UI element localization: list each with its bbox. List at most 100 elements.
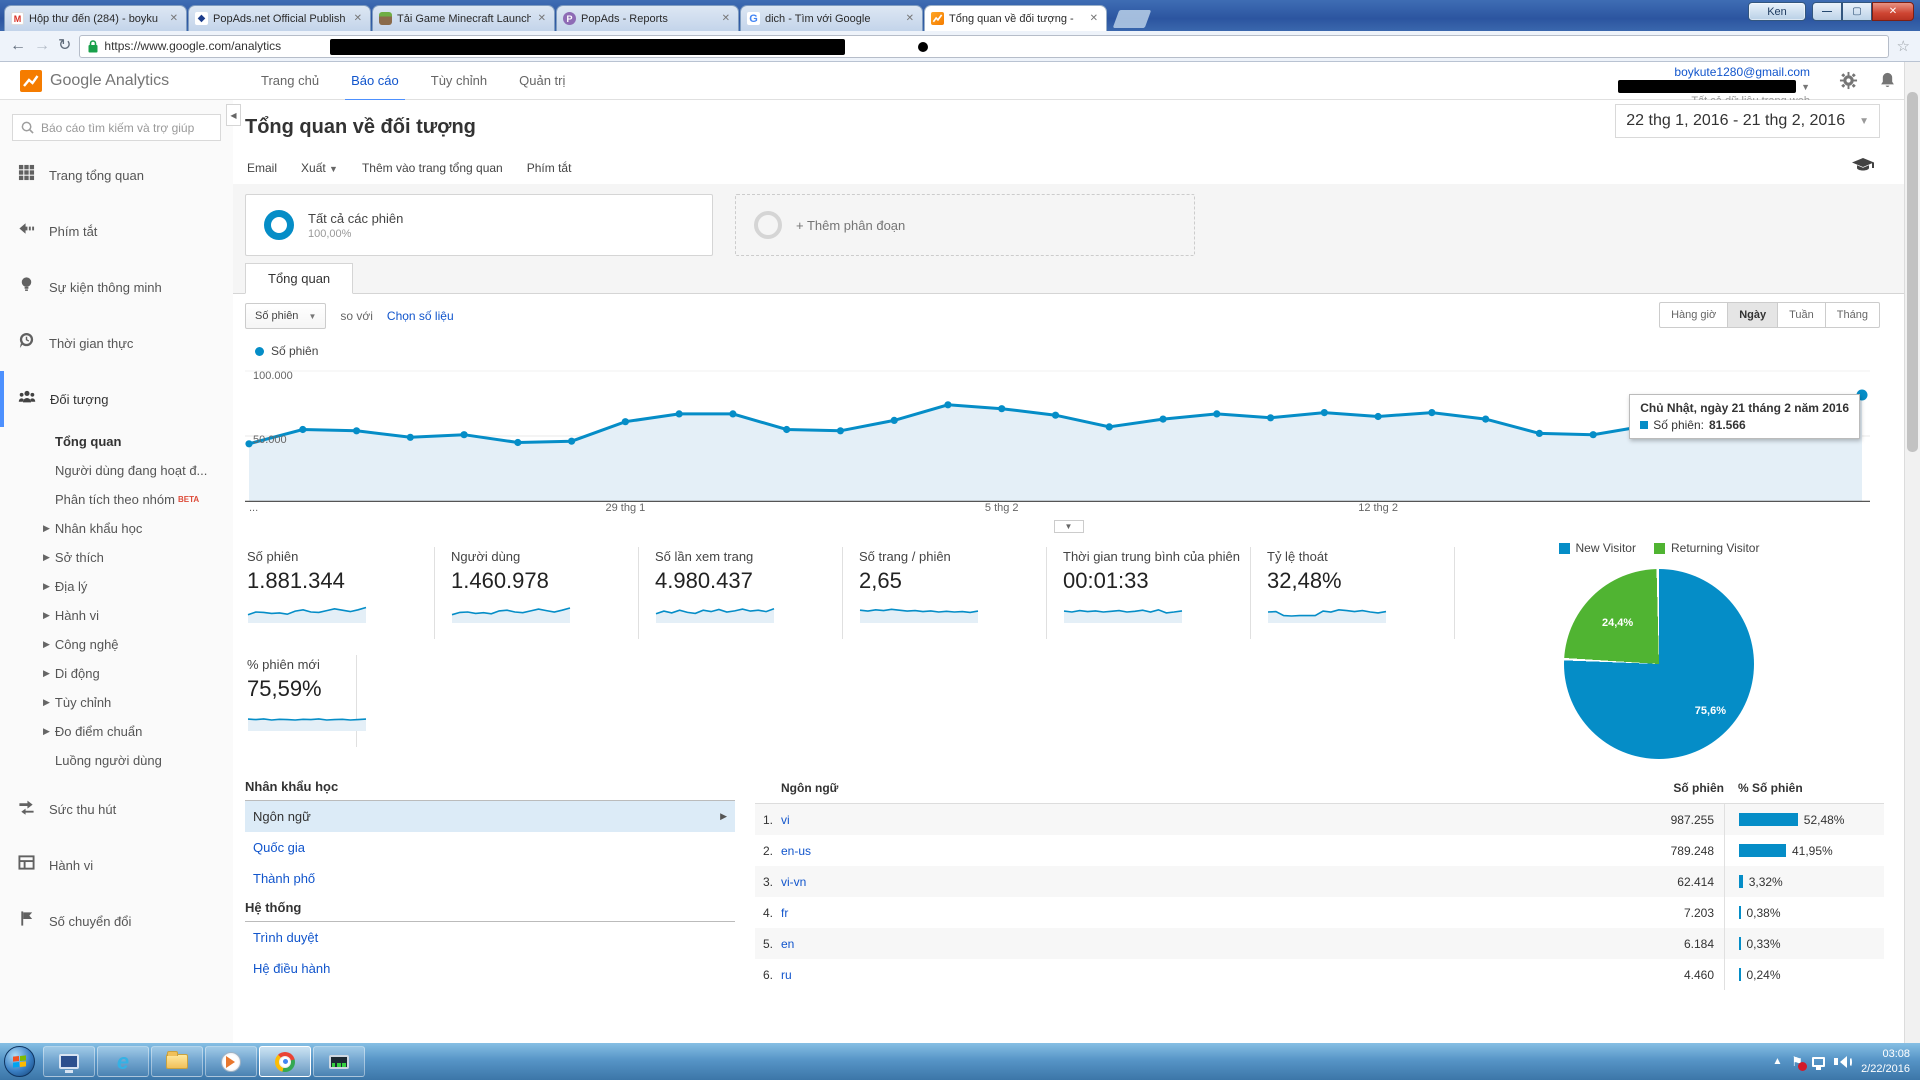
- sidebar-subitem-sở-thích[interactable]: ▶Sở thích: [0, 543, 233, 572]
- toolbar-xuất[interactable]: Xuất ▼: [301, 161, 338, 175]
- sidebar-subitem-phân-tích-theo-nhóm[interactable]: Phân tích theo nhómBETA: [0, 485, 233, 514]
- taskbar-button-remote-desktop[interactable]: [43, 1046, 95, 1077]
- taskbar-button-chrome[interactable]: [259, 1046, 311, 1077]
- sidebar-subitem-địa-lý[interactable]: ▶Địa lý: [0, 572, 233, 601]
- maximize-button[interactable]: ▢: [1842, 2, 1872, 21]
- sidebar-collapse-button[interactable]: ◀: [226, 104, 241, 126]
- browser-tab[interactable]: Tải Game Minecraft Launch✕: [372, 5, 555, 31]
- language-link[interactable]: en: [781, 937, 794, 951]
- sidebar-item-sức-thu-hút[interactable]: Sức thu hút: [0, 781, 233, 837]
- hidden-icons-arrow[interactable]: ▲: [1773, 1056, 1783, 1067]
- account-email[interactable]: boykute1280@gmail.com: [1674, 65, 1810, 79]
- segment-add[interactable]: + Thêm phân đoạn: [735, 194, 1195, 256]
- sidebar-item-trang-tổng-quan[interactable]: Trang tổng quan: [0, 147, 233, 203]
- minimize-button[interactable]: —: [1812, 2, 1842, 21]
- sidebar-subitem-di-động[interactable]: ▶Di động: [0, 659, 233, 688]
- demo-item-thành-phố[interactable]: Thành phố: [245, 863, 735, 894]
- sidebar-item-số-chuyển-đổi[interactable]: Số chuyển đổi: [0, 893, 233, 949]
- bell-icon[interactable]: [1879, 71, 1896, 95]
- demo-item-quốc-gia[interactable]: Quốc gia: [245, 832, 735, 863]
- demo-item-ngôn-ngữ[interactable]: Ngôn ngữ▶: [245, 801, 735, 832]
- sidebar-item-thời-gian-thực[interactable]: Thời gian thực: [0, 315, 233, 371]
- tab-close-icon[interactable]: ✕: [352, 13, 364, 24]
- sidebar-item-hành-vi[interactable]: Hành vi: [0, 837, 233, 893]
- close-button[interactable]: ✕: [1872, 2, 1914, 21]
- address-bar[interactable]: https://www.google.com/analytics: [79, 35, 1888, 58]
- reload-button[interactable]: ↻: [58, 38, 71, 54]
- metric-số-phiên[interactable]: Số phiên1.881.344: [245, 547, 435, 639]
- language-link[interactable]: fr: [781, 906, 788, 920]
- language-link[interactable]: en-us: [781, 844, 811, 858]
- forward-button[interactable]: →: [34, 38, 50, 54]
- back-button[interactable]: ←: [10, 38, 26, 54]
- bookmark-star-icon[interactable]: ☆: [1897, 37, 1910, 55]
- language-link[interactable]: vi: [781, 813, 790, 827]
- metric-thời-gian-trung-bình-của-phiên[interactable]: Thời gian trung bình của phiên00:01:33: [1061, 547, 1251, 639]
- demo-item-hệ-điều-hành[interactable]: Hệ điều hành: [245, 953, 735, 984]
- metric--phiên-mới[interactable]: % phiên mới75,59%: [245, 655, 357, 747]
- browser-tab[interactable]: Tổng quan về đối tượng -✕: [924, 5, 1107, 31]
- col-language[interactable]: Ngôn ngữ: [755, 781, 1614, 795]
- ga-nav-báo-cáo[interactable]: Báo cáo: [335, 62, 415, 100]
- visitor-pie-chart[interactable]: 75,6%24,4%: [1564, 569, 1754, 759]
- page-scrollbar[interactable]: [1904, 62, 1920, 1043]
- tab-close-icon[interactable]: ✕: [168, 13, 180, 24]
- new-tab-button[interactable]: [1113, 10, 1152, 28]
- granularity-ngày[interactable]: Ngày: [1728, 302, 1778, 328]
- taskbar-button-resource-monitor[interactable]: [313, 1046, 365, 1077]
- sidebar-subitem-người-dùng-đang-hoạt-đ...[interactable]: Người dùng đang hoạt đ...: [0, 456, 233, 485]
- sidebar-subitem-đo-điểm-chuẩn[interactable]: ▶Đo điểm chuẩn: [0, 717, 233, 746]
- start-button[interactable]: [4, 1046, 35, 1077]
- metric-người-dùng[interactable]: Người dùng1.460.978: [449, 547, 639, 639]
- demo-item-label[interactable]: Quốc gia: [253, 840, 305, 855]
- sidebar-subitem-nhân-khẩu-học[interactable]: ▶Nhân khẩu học: [0, 514, 233, 543]
- metric-tỷ-lệ-thoát[interactable]: Tỷ lệ thoát32,48%: [1265, 547, 1455, 639]
- taskbar-button-file-explorer[interactable]: [151, 1046, 203, 1077]
- gear-icon[interactable]: [1839, 71, 1858, 95]
- col-sessions[interactable]: Số phiên: [1614, 781, 1724, 795]
- profile-badge[interactable]: Ken: [1748, 2, 1806, 21]
- clock[interactable]: 03:08 2/22/2016: [1861, 1047, 1914, 1077]
- language-link[interactable]: ru: [781, 968, 792, 982]
- browser-tab[interactable]: MHộp thư đến (284) - boyku✕: [4, 5, 187, 31]
- browser-tab[interactable]: ◆PopAds.net Official Publish✕: [188, 5, 371, 31]
- granularity-hàng-giờ[interactable]: Hàng giờ: [1659, 302, 1728, 328]
- ga-nav-tùy-chỉnh[interactable]: Tùy chỉnh: [415, 62, 503, 100]
- chart-collapse-handle[interactable]: ▼: [1054, 520, 1084, 533]
- tab-close-icon[interactable]: ✕: [1088, 13, 1100, 24]
- report-search-input[interactable]: Báo cáo tìm kiếm và trợ giúp: [12, 114, 221, 141]
- ga-nav-trang-chủ[interactable]: Trang chủ: [245, 62, 335, 100]
- taskbar-button-media-player[interactable]: [205, 1046, 257, 1077]
- tab-close-icon[interactable]: ✕: [904, 13, 916, 24]
- tab-overview[interactable]: Tổng quan: [245, 263, 353, 294]
- tab-close-icon[interactable]: ✕: [536, 13, 548, 24]
- metric-select-dropdown[interactable]: Số phiên▼: [245, 303, 326, 329]
- choose-metric-link[interactable]: Chọn số liệu: [387, 309, 454, 323]
- metric-số-lần-xem-trang[interactable]: Số lần xem trang4.980.437: [653, 547, 843, 639]
- education-cap-icon[interactable]: [1852, 158, 1874, 178]
- sidebar-subitem-công-nghệ[interactable]: ▶Công nghệ: [0, 630, 233, 659]
- toolbar-email[interactable]: Email: [247, 161, 277, 175]
- action-center-flag-icon[interactable]: ⚑: [1791, 1054, 1803, 1070]
- sidebar-item-đối-tượng[interactable]: Đối tượng: [0, 371, 233, 427]
- sessions-chart[interactable]: 100.000 50.000 ...29 thg 15 thg 212 thg …: [245, 368, 1892, 533]
- col-pct-sessions[interactable]: % Số phiên: [1724, 781, 1884, 795]
- language-link[interactable]: vi-vn: [781, 875, 806, 889]
- demo-item-label[interactable]: Trình duyệt: [253, 930, 318, 945]
- date-range-selector[interactable]: 22 thg 1, 2016 - 21 thg 2, 2016 ▼: [1615, 104, 1880, 138]
- toolbar-phím-tắt[interactable]: Phím tắt: [527, 161, 572, 175]
- segment-all-sessions[interactable]: Tất cả các phiên 100,00%: [245, 194, 713, 256]
- scrollbar-thumb[interactable]: [1907, 92, 1918, 452]
- sidebar-subitem-hành-vi[interactable]: ▶Hành vi: [0, 601, 233, 630]
- granularity-tuần[interactable]: Tuần: [1778, 302, 1826, 328]
- taskbar-button-internet-explorer[interactable]: e: [97, 1046, 149, 1077]
- volume-icon[interactable]: [1834, 1056, 1852, 1068]
- granularity-tháng[interactable]: Tháng: [1826, 302, 1880, 328]
- sidebar-item-sự-kiện-thông-minh[interactable]: Sự kiện thông minh: [0, 259, 233, 315]
- demo-item-label[interactable]: Hệ điều hành: [253, 961, 330, 976]
- sidebar-subitem-luồng-người-dùng[interactable]: Luồng người dùng: [0, 746, 233, 775]
- browser-tab[interactable]: PPopAds - Reports✕: [556, 5, 739, 31]
- network-icon[interactable]: [1812, 1057, 1825, 1067]
- sidebar-subitem-tổng-quan[interactable]: Tổng quan: [0, 427, 233, 456]
- metric-số-trang-phiên[interactable]: Số trang / phiên2,65: [857, 547, 1047, 639]
